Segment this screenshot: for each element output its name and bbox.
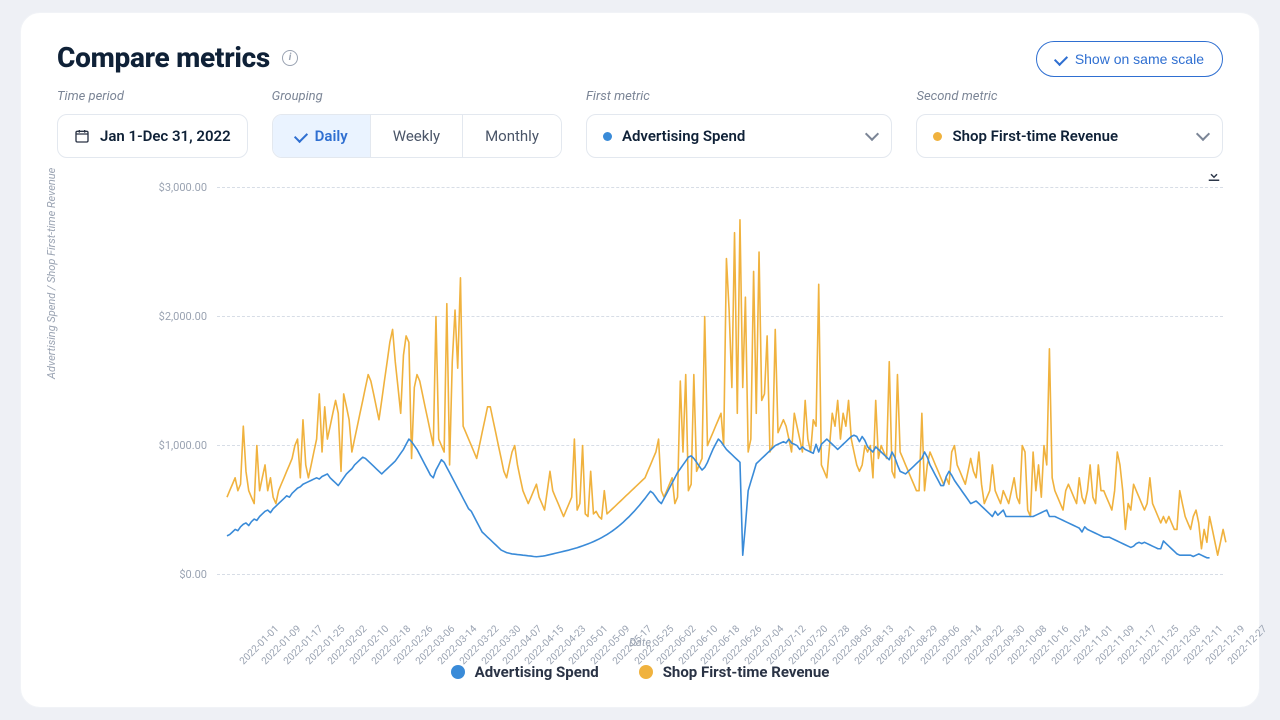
info-icon[interactable]: i <box>282 50 298 66</box>
legend-label-2: Shop First-time Revenue <box>663 663 830 681</box>
grouping-daily[interactable]: Daily <box>273 115 371 157</box>
legend-swatch-1 <box>451 665 465 679</box>
first-metric-select[interactable]: Advertising Spend <box>586 114 893 158</box>
plot-wrap: $0.00$1,000.00$2,000.00$3,000.00 <box>123 194 1223 581</box>
x-axis-title: Date <box>57 636 1223 649</box>
check-icon <box>1054 52 1068 66</box>
first-metric-label: First metric <box>586 89 893 104</box>
first-metric-value: Advertising Spend <box>622 127 745 145</box>
plot <box>227 194 1215 581</box>
legend-item-1[interactable]: Advertising Spend <box>451 663 599 681</box>
grouping-label: Grouping <box>272 89 562 104</box>
show-same-scale-button[interactable]: Show on same scale <box>1036 41 1223 77</box>
show-same-scale-label: Show on same scale <box>1075 51 1204 67</box>
header-row: Compare metrics i Show on same scale <box>57 41 1223 77</box>
first-metric-dot <box>603 132 612 141</box>
page-title-group: Compare metrics i <box>57 41 298 74</box>
grouping-monthly[interactable]: Monthly <box>463 115 561 157</box>
legend-label-1: Advertising Spend <box>475 663 599 681</box>
controls-row: Time period Jan 1-Dec 31, 2022 Grouping … <box>57 89 1223 158</box>
compare-metrics-card: Compare metrics i Show on same scale Tim… <box>20 12 1260 708</box>
chart-area: Advertising Spend / Shop First-time Reve… <box>57 166 1223 691</box>
check-icon <box>294 129 308 143</box>
legend-item-2[interactable]: Shop First-time Revenue <box>639 663 830 681</box>
calendar-icon <box>74 128 90 144</box>
second-metric-dot <box>933 132 942 141</box>
second-metric-label: Second metric <box>916 89 1223 104</box>
second-metric-value: Shop First-time Revenue <box>952 127 1118 145</box>
second-metric-select[interactable]: Shop First-time Revenue <box>916 114 1223 158</box>
grouping-weekly[interactable]: Weekly <box>371 115 463 157</box>
date-range-picker[interactable]: Jan 1-Dec 31, 2022 <box>57 114 248 158</box>
chevron-down-icon <box>1196 127 1210 141</box>
time-period-control: Time period Jan 1-Dec 31, 2022 <box>57 89 248 158</box>
line-chart-svg <box>227 194 1215 581</box>
y-axis-title: Advertising Spend / Shop First-time Reve… <box>45 167 58 378</box>
chart-legend: Advertising Spend Shop First-time Revenu… <box>57 663 1223 681</box>
date-range-value: Jan 1-Dec 31, 2022 <box>100 127 231 145</box>
first-metric-control: First metric Advertising Spend <box>586 89 893 158</box>
time-period-label: Time period <box>57 89 248 104</box>
page-title: Compare metrics <box>57 41 270 74</box>
chevron-down-icon <box>865 127 879 141</box>
second-metric-control: Second metric Shop First-time Revenue <box>916 89 1223 158</box>
grouping-control: Grouping Daily Weekly Monthly <box>272 89 562 158</box>
legend-swatch-2 <box>639 665 653 679</box>
grouping-segmented: Daily Weekly Monthly <box>272 114 562 158</box>
